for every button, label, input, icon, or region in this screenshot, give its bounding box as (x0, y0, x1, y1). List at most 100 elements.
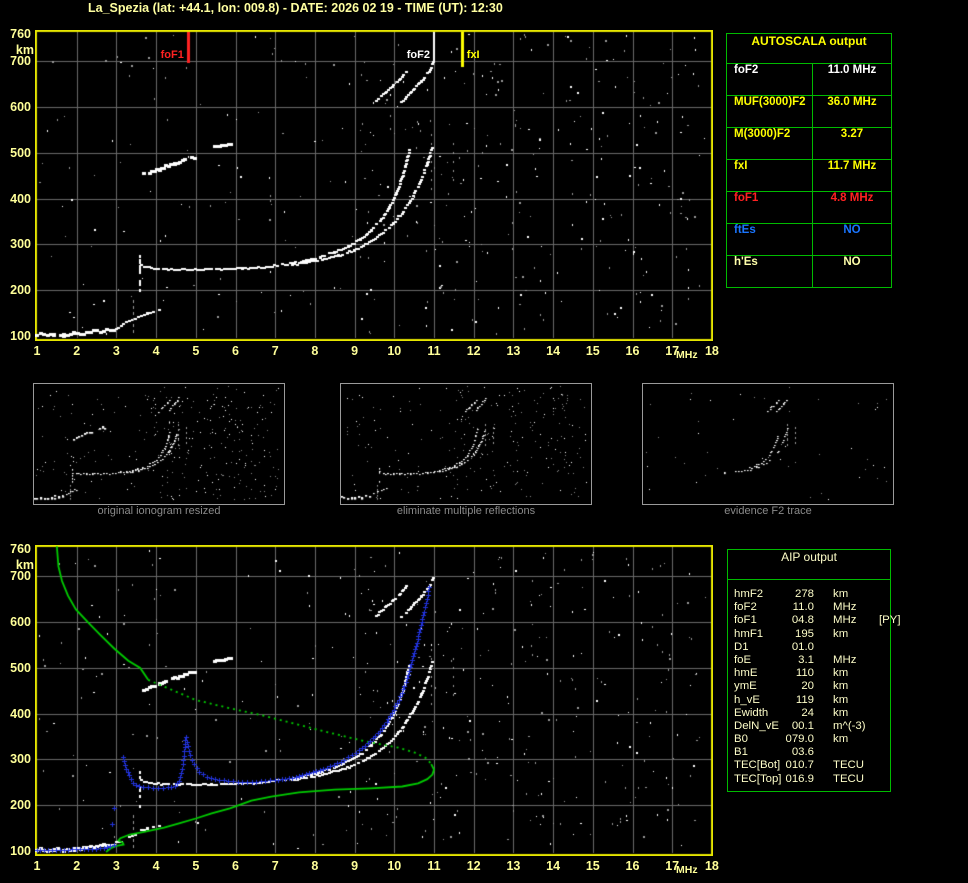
autoscala-app-window: La_Spezia (lat: +44.1, lon: 009.8) - DAT… (0, 0, 968, 883)
autoscala-row-label: MUF(3000)F2 (727, 96, 813, 127)
aip-row: foE 3.1 MHz (728, 654, 890, 667)
aip-row-unit (833, 641, 873, 654)
autoscala-row-value: 11.7 MHz (827, 160, 877, 172)
aip-row-value: 278 (794, 588, 814, 600)
aip-row-label: TEC[Top] (734, 772, 782, 785)
y-tick-label: 760 (10, 542, 31, 556)
aip-row-unit: TECU (833, 772, 865, 785)
aip-row-label: B1 (734, 746, 748, 759)
autoscala-row-label: M(3000)F2 (727, 128, 813, 159)
aip-row-unit: MHz (833, 614, 857, 627)
aip-row-unit: km (833, 733, 849, 746)
x-tick-label: 14 (546, 344, 561, 358)
x-tick-label: 1 (33, 859, 41, 873)
x-tick-label: 9 (351, 859, 359, 873)
y-tick-label: 200 (10, 283, 31, 298)
autoscala-row-value: 11.0 MHz (827, 64, 877, 76)
x-tick-label: 16 (625, 344, 640, 358)
x-tick-label: 9 (351, 344, 359, 358)
x-tick-label: 15 (585, 859, 600, 873)
aip-row-label: foF2 (734, 601, 757, 614)
autoscala-row-value: 3.27 (840, 128, 864, 140)
y-tick-label: 400 (10, 191, 31, 206)
thumbnail-f2-trace-canvas (643, 384, 891, 502)
thumbnail-f2-trace-caption: evidence F2 trace (724, 505, 812, 517)
aip-row-value: 3.1 (798, 653, 814, 666)
autoscala-row: foF1 4.8 MHz (727, 192, 891, 224)
autoscala-row: h'Es NO (727, 256, 891, 287)
autoscala-row-label: ftEs (727, 224, 813, 255)
y-tick-label: 600 (10, 615, 31, 630)
x-tick-label: 7 (271, 859, 279, 873)
thumbnail-f2-trace (642, 383, 894, 505)
y-axis-unit-label: km (15, 43, 34, 57)
y-tick-label: 300 (10, 237, 31, 252)
autoscala-row: ftEs NO (727, 224, 891, 256)
aip-row-value: 04.8 (791, 614, 814, 627)
x-tick-label: 4 (152, 859, 160, 873)
y-tick-label: 400 (10, 706, 31, 721)
aip-row: TEC[Top] 016.9 TECU (728, 773, 890, 786)
aip-row-unit: MHz (833, 601, 857, 614)
bottom-ionogram-canvas (35, 545, 713, 856)
autoscala-row-label: fxI (727, 160, 813, 191)
aip-row-value: 01.0 (791, 640, 814, 653)
aip-row-value: 00.1 (791, 719, 814, 732)
page-title: La_Spezia (lat: +44.1, lon: 009.8) - DAT… (88, 1, 503, 15)
aip-row: B0 079.0 km (728, 733, 890, 746)
bottom-ionogram-plot (35, 545, 713, 856)
aip-row-label: foF1 (734, 614, 757, 627)
aip-row-value: 195 (794, 627, 814, 640)
top-ionogram-plot (35, 30, 713, 341)
x-tick-label: 5 (192, 859, 200, 873)
thumbnail-no-multiples-caption: eliminate multiple reflections (396, 505, 536, 517)
aip-row-unit: TECU (833, 759, 865, 772)
aip-row-unit: km (833, 627, 849, 640)
autoscala-row-value: 4.8 MHz (830, 192, 874, 204)
aip-row: foF2 11.0 MHz (728, 601, 890, 614)
aip-row: foF1 04.8 MHz [PY] (728, 614, 901, 627)
autoscala-row-value: 36.0 MHz (827, 96, 877, 108)
x-tick-label: 5 (192, 344, 200, 358)
autoscala-row: M(3000)F2 3.27 (727, 128, 891, 160)
aip-row-label: foE (734, 653, 752, 666)
aip-row-value: 24 (801, 706, 814, 719)
x-tick-label: 18 (704, 859, 719, 873)
aip-row: TEC[Bot] 010.7 TECU (728, 759, 890, 772)
thumbnail-original-canvas (34, 384, 282, 502)
y-tick-label: 100 (10, 329, 31, 343)
x-tick-label: 6 (232, 859, 239, 873)
aip-row-label: ymE (734, 680, 757, 693)
x-tick-label: 10 (387, 859, 402, 873)
autoscala-row-value: NO (843, 224, 861, 236)
aip-row-unit: km (833, 588, 849, 600)
aip-row: hmF2 278 km (728, 588, 890, 601)
x-tick-label: 7 (271, 344, 279, 358)
aip-row-unit: km (833, 706, 849, 719)
aip-row-unit: m^(-3) (833, 719, 866, 732)
aip-row-value: 110 (795, 667, 814, 680)
x-tick-label: 3 (112, 859, 120, 873)
y-tick-label: 200 (10, 798, 31, 813)
aip-row: hmF1 195 km (728, 628, 890, 641)
x-tick-label: 1 (33, 344, 41, 358)
fxI-marker-label: fxI (466, 49, 480, 61)
aip-row-label: DelN_vE (734, 719, 779, 732)
aip-row-label: hmF1 (734, 627, 764, 640)
foF2-marker-label: foF2 (406, 49, 430, 61)
aip-row-label: Ewidth (734, 706, 769, 719)
top-ionogram-canvas (35, 30, 713, 341)
x-tick-label: 8 (311, 344, 319, 358)
aip-row: h_vE 119 km (728, 694, 890, 707)
autoscala-row: foF2 11.0 MHz (727, 64, 891, 96)
aip-row: Ewidth 24 km (728, 707, 890, 720)
foF1-marker-label: foF1 (160, 49, 184, 61)
aip-row-label: B0 (734, 733, 748, 746)
x-tick-label: 15 (585, 344, 600, 358)
autoscala-row-label: foF2 (727, 64, 813, 95)
y-tick-label: 500 (10, 660, 31, 675)
x-tick-label: 6 (232, 344, 239, 358)
aip-row-label: D1 (734, 640, 749, 653)
x-tick-label: 13 (506, 344, 521, 358)
x-axis-unit-label: MHz (676, 349, 698, 361)
